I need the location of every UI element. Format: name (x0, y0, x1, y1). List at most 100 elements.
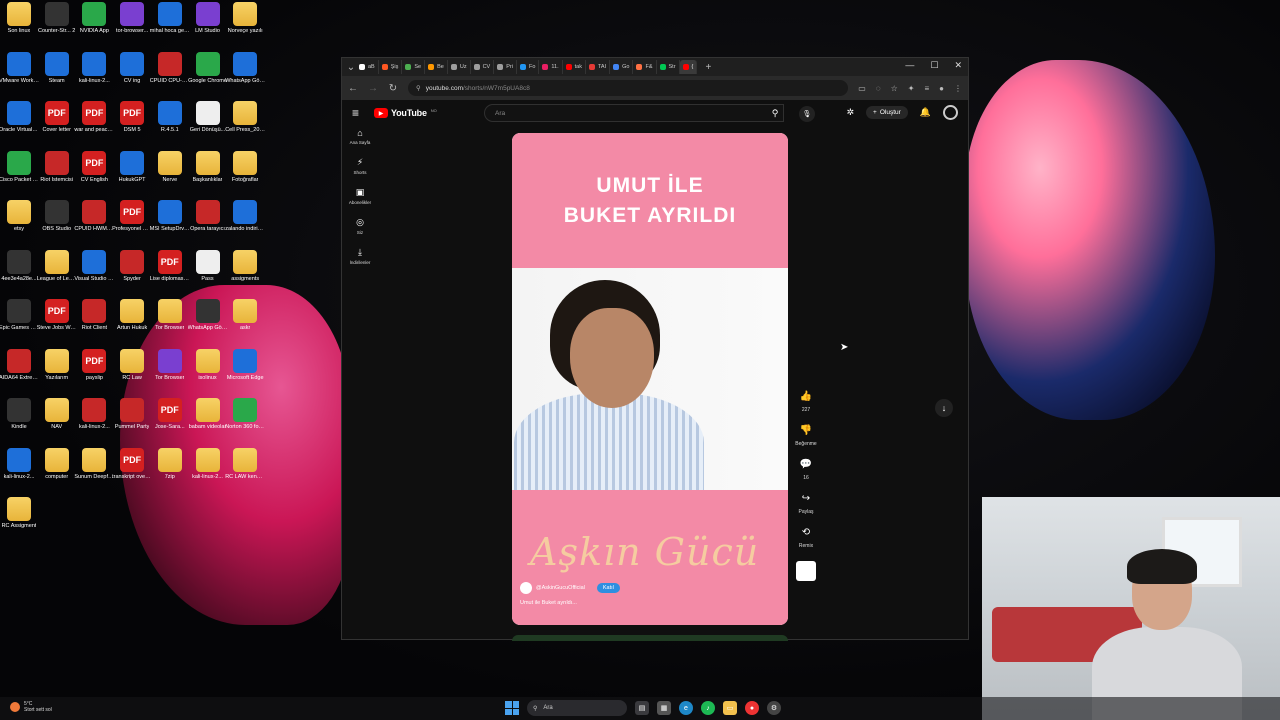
browser-tab[interactable]: Şiş (379, 60, 403, 74)
profile-icon[interactable]: ● (939, 84, 944, 93)
file-explorer-icon[interactable]: ▭ (723, 701, 737, 715)
channel-avatar[interactable] (520, 582, 532, 594)
desktop-icon[interactable]: League of Legends (37, 249, 77, 282)
desktop-icon[interactable]: Yazılarım (38, 348, 76, 381)
desktop-icon[interactable]: Epic Games Launcher (0, 299, 39, 331)
next-short-preview[interactable] (512, 635, 788, 641)
guide-item[interactable]: ⌂ Ana Sayfa (342, 128, 378, 145)
desktop-icon[interactable]: Tor Browser (151, 348, 189, 381)
desktop-icon[interactable]: RC Law (113, 348, 151, 381)
desktop-icon[interactable]: Oracle VirtualBox (0, 101, 39, 133)
bookmark-star-icon[interactable]: ☆ (891, 84, 898, 93)
audio-thumbnail[interactable] (796, 561, 816, 581)
desktop-icon[interactable]: Başkanlıklar (189, 150, 227, 183)
desktop-icon[interactable]: zalando indirim kodu (225, 200, 265, 232)
desktop-icon[interactable]: PDF CV English (75, 150, 113, 183)
browser-tab[interactable]: tak (563, 60, 586, 74)
desktop-icon[interactable]: VMware Workstati... (0, 51, 39, 84)
desktop-icon[interactable]: Microsoft Edge (226, 348, 264, 381)
search-icon[interactable]: ⚲ (762, 104, 788, 122)
desktop-icon[interactable]: NAV (38, 398, 76, 430)
desktop-icon[interactable]: 4ee3e4a28e... (0, 249, 38, 282)
desktop-icon[interactable]: Fotoğraflar (226, 150, 264, 183)
extensions-icon[interactable]: ✦ (908, 84, 915, 93)
browser-tab[interactable]: TAI (586, 60, 611, 74)
desktop-icon[interactable]: kali-linux-2... (0, 447, 38, 480)
desktop-icon[interactable]: AIDA64 Extreme (0, 348, 39, 381)
edge-icon[interactable]: e (679, 701, 693, 715)
desktop-icon[interactable]: HukukGPT (113, 150, 151, 183)
desktop-icon[interactable]: PDFtranskript oversatt... (112, 447, 152, 480)
microphone-icon[interactable]: 🎙 (799, 106, 815, 122)
short-video-player[interactable]: UMUT İLE BUKET AYRILDI Aşkın Gücü @Askin… (512, 133, 788, 625)
desktop-icon[interactable]: Cell Press_2025... (225, 101, 265, 133)
desktop-icon[interactable]: kali-linux-2... (189, 447, 227, 480)
desktop-icon[interactable]: Tor Browser (151, 299, 189, 331)
notifications-bell-icon[interactable]: 🔔 (920, 107, 931, 118)
minimize-button[interactable]: — (905, 60, 914, 71)
desktop-icon[interactable]: RC Assigment (0, 497, 38, 529)
desktop-icon[interactable]: assigments (226, 249, 264, 282)
guide-item[interactable]: ⤓ İndirilenler (342, 247, 378, 265)
desktop-icon[interactable]: Spyder (113, 249, 151, 282)
media-icon[interactable]: ≡ (924, 84, 929, 93)
desktop-icon[interactable]: MSI SetupDrv64 (150, 200, 190, 232)
share-button[interactable]: ↪ Paylaş (798, 493, 813, 515)
desktop-icon[interactable]: tor-browser... (113, 2, 151, 34)
desktop-icon[interactable]: mihal hoca geri dönüş (150, 2, 190, 34)
hamburger-menu-icon[interactable]: ≡ (352, 106, 366, 120)
desktop-icon[interactable]: CV ing (113, 51, 151, 84)
remix-button[interactable]: ⟲ Remix (799, 527, 813, 549)
desktop-icon[interactable]: Pass (189, 249, 227, 282)
browser-tab[interactable]: Uz (448, 60, 471, 74)
browser-tab[interactable]: Str (657, 60, 680, 74)
desktop-icon[interactable]: PDF payslip (75, 348, 113, 381)
desktop-icon[interactable]: CPUID CPU-Z MSI (150, 51, 190, 84)
cast-icon[interactable]: ▭ (858, 84, 866, 93)
close-button[interactable]: ✕ (954, 60, 962, 71)
browser-tab[interactable]: Pri (494, 60, 517, 74)
desktop-icon[interactable]: PDF Cover letter (38, 101, 76, 133)
search-input[interactable]: Ara (484, 104, 784, 122)
desktop-icon[interactable]: CPUID HWMonitor (74, 200, 114, 232)
desktop-icon[interactable]: kali-linux-2... (75, 51, 113, 84)
create-button[interactable]: + Oluştur (866, 106, 908, 119)
desktop-icon[interactable]: Riot Client (75, 299, 113, 331)
desktop-icon[interactable]: Son linux (0, 2, 38, 34)
browser-tab[interactable]: Go (610, 60, 634, 74)
desktop-icon[interactable]: Norton 360 for Gamers (225, 398, 265, 430)
browser-tab[interactable]: Fo (517, 60, 540, 74)
desktop-icon[interactable]: LM Studio (189, 2, 227, 34)
desktop-icon[interactable]: PDF Profesyonel CV norsk (112, 200, 152, 232)
weather-widget[interactable]: 5°C Stort sett sol (10, 701, 52, 713)
back-icon[interactable]: ← (348, 83, 358, 94)
gemini-spark-icon[interactable]: ✲ (846, 107, 854, 118)
desktop-icon[interactable]: 7zip (151, 447, 189, 480)
site-info-icon[interactable]: ⚲ (416, 84, 421, 92)
desktop-icon[interactable]: Riot İstemcisi (38, 150, 76, 183)
desktop-icon[interactable]: askr (226, 299, 264, 331)
spotify-icon[interactable]: ♪ (701, 701, 715, 715)
video-caption[interactable]: Umut ile Buket ayrıldı... (520, 600, 577, 606)
desktop-icon[interactable]: computer (38, 447, 76, 480)
reload-icon[interactable]: ↻ (388, 83, 398, 94)
youtube-logo[interactable]: ▶ YouTube NO (374, 108, 437, 118)
settings-icon[interactable]: ⚙ (767, 701, 781, 715)
desktop-icon[interactable]: RC LAW kendi ASSI... (225, 447, 265, 480)
desktop-icon[interactable]: Visual Studio Code (74, 249, 114, 282)
menu-kebab-icon[interactable]: ⋮ (954, 84, 962, 93)
browser-tab[interactable]: CV (471, 60, 495, 74)
desktop-icon[interactable]: Geri Dönüşü... (189, 101, 227, 133)
guide-item[interactable]: ⚡ Shorts (342, 157, 378, 175)
start-button[interactable] (505, 701, 519, 715)
desktop-icon[interactable]: Kindle (0, 398, 38, 430)
channel-name[interactable]: @AskinGucuOfficial (536, 585, 585, 591)
like-button[interactable]: 👍 227 (800, 391, 812, 413)
desktop-icon[interactable]: Norveçe yazılı (226, 2, 264, 34)
chrome-icon[interactable]: ● (745, 701, 759, 715)
url-field[interactable]: ⚲ youtube.com/shorts/nW7m5pUA8c8 (408, 80, 849, 96)
desktop-icon[interactable]: Nerve (151, 150, 189, 183)
browser-tab[interactable]: 11. (539, 60, 563, 74)
browser-tab[interactable]: Se (402, 60, 426, 74)
join-button[interactable]: Katıl (596, 583, 620, 593)
